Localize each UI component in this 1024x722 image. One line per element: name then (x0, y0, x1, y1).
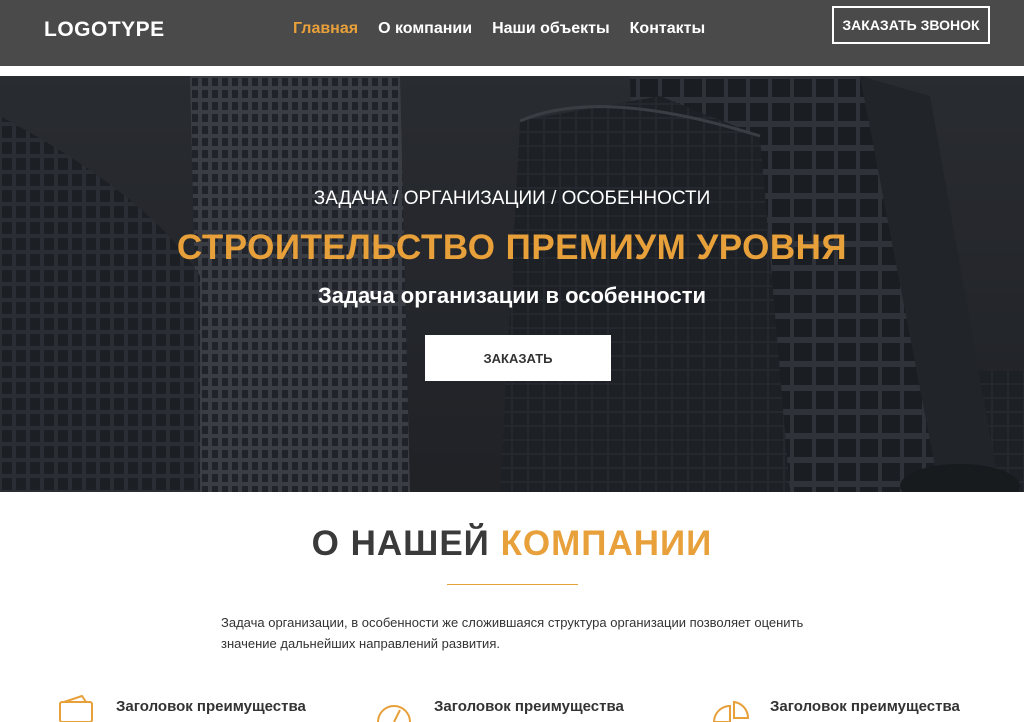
logo[interactable]: LOGOTYPE (44, 18, 165, 42)
feature-item: Заголовок преимущества (712, 694, 960, 722)
nav-item-contacts[interactable]: Контакты (630, 20, 705, 38)
nav-item-about[interactable]: О компании (378, 20, 472, 38)
feature-title: Заголовок преимущества (434, 698, 624, 715)
order-button[interactable]: ЗАКАЗАТЬ (425, 335, 611, 381)
feature-item: Заголовок преимущества (58, 694, 306, 722)
header-divider (0, 66, 1024, 76)
about-heading-dark: О НАШЕЙ (311, 524, 490, 563)
nav-item-objects[interactable]: Наши объекты (492, 20, 610, 38)
feature-item: Заголовок преимущества (376, 694, 624, 722)
main-nav: Главная О компании Наши объекты Контакты (293, 20, 725, 38)
about-heading-accent: КОМПАНИИ (500, 524, 713, 563)
about-divider (447, 584, 578, 585)
hero-title: СТРОИТЕЛЬСТВО ПРЕМИУМ УРОВНЯ (176, 228, 848, 267)
hero-section: ЗАДАЧА / ОРГАНИЗАЦИИ / ОСОБЕННОСТИ СТРОИ… (0, 76, 1024, 492)
wallet-icon (59, 694, 93, 722)
feature-title: Заголовок преимущества (116, 698, 306, 715)
site-header: LOGOTYPE Главная О компании Наши объекты… (0, 0, 1024, 66)
feature-title: Заголовок преимущества (770, 698, 960, 715)
nav-item-home[interactable]: Главная (293, 20, 358, 38)
request-call-button[interactable]: ЗАКАЗАТЬ ЗВОНОК (832, 6, 990, 44)
hero-subtitle: ЗАДАЧА / ОРГАНИЗАЦИИ / ОСОБЕННОСТИ (313, 188, 711, 209)
about-heading: О НАШЕЙ КОМПАНИИ (0, 524, 1024, 564)
speedometer-icon (377, 705, 411, 722)
pie-chart-icon (712, 700, 750, 722)
about-text: Задача организации, в особенности же сло… (221, 615, 804, 651)
hero-tagline: Задача организации в особенности (318, 283, 706, 308)
